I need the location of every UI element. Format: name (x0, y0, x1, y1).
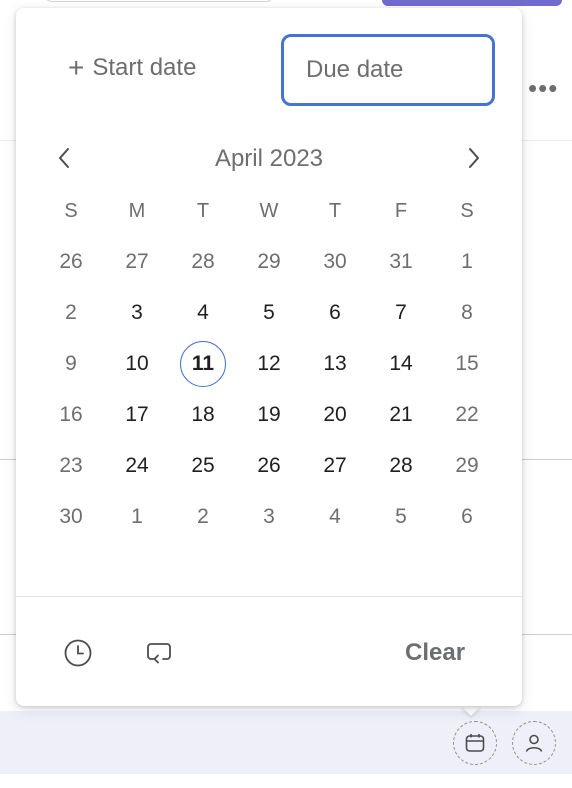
calendar-day[interactable]: 30 (38, 491, 104, 542)
more-horizontal-icon[interactable]: ••• (528, 75, 558, 101)
calendar-day[interactable]: 28 (368, 440, 434, 491)
calendar-day[interactable]: 18 (170, 389, 236, 440)
calendar-day[interactable]: 27 (104, 236, 170, 287)
calendar-day[interactable]: 6 (302, 287, 368, 338)
calendar-day[interactable]: 4 (170, 287, 236, 338)
calendar-day[interactable]: 29 (236, 236, 302, 287)
calendar-day[interactable]: 17 (104, 389, 170, 440)
clock-icon (64, 639, 92, 667)
calendar-day[interactable]: 1 (104, 491, 170, 542)
calendar-day[interactable]: 15 (434, 338, 500, 389)
assignee-button[interactable] (512, 721, 556, 765)
weekday-header: T (196, 199, 210, 222)
set-recurrence-button[interactable] (142, 636, 176, 670)
month-title: April 2023 (214, 145, 324, 172)
calendar-day[interactable]: 9 (38, 338, 104, 389)
background-pill (44, 0, 274, 2)
calendar-day[interactable]: 28 (170, 236, 236, 287)
calendar-day[interactable]: 29 (434, 440, 500, 491)
weekday-header: S (460, 199, 474, 222)
today-marker: 11 (180, 340, 226, 387)
repeat-icon (147, 643, 171, 664)
calendar-day[interactable]: 7 (368, 287, 434, 338)
calendar-day[interactable]: 13 (302, 338, 368, 389)
calendar-day[interactable]: 12 (236, 338, 302, 389)
calendar-day-today[interactable]: 11 (170, 338, 236, 389)
calendar-grid: S M T W T F S 26 27 28 29 30 31 1 2 3 4 5 6 7 8 9 10 11 12 13 14 15… (38, 186, 500, 542)
due-date-input[interactable] (281, 34, 495, 106)
plus-icon: + (68, 52, 85, 83)
calendar-day[interactable]: 20 (302, 389, 368, 440)
next-month-button[interactable] (460, 144, 488, 172)
weekday-header: S (64, 199, 78, 222)
calendar-day[interactable]: 1 (434, 236, 500, 287)
weekday-header: F (394, 199, 408, 222)
chevron-right-icon (469, 148, 479, 168)
start-date-button[interactable]: + Start date (68, 54, 196, 82)
calendar-day[interactable]: 19 (236, 389, 302, 440)
calendar-day[interactable]: 30 (302, 236, 368, 287)
calendar-day[interactable]: 8 (434, 287, 500, 338)
calendar-day[interactable]: 2 (170, 491, 236, 542)
calendar-day[interactable]: 31 (368, 236, 434, 287)
weekday-header: M (128, 199, 146, 222)
calendar-day[interactable]: 4 (302, 491, 368, 542)
set-time-button[interactable] (61, 636, 95, 670)
calendar-day[interactable]: 27 (302, 440, 368, 491)
calendar-day[interactable]: 16 (38, 389, 104, 440)
calendar-icon (465, 734, 485, 752)
due-date-button[interactable] (453, 721, 497, 765)
calendar-day[interactable]: 26 (38, 236, 104, 287)
calendar-day[interactable]: 6 (434, 491, 500, 542)
calendar-day[interactable]: 3 (104, 287, 170, 338)
date-picker-popover: + Start date April 2023 SMTWTFS262728293… (16, 8, 522, 706)
calendar-day[interactable]: 10 (104, 338, 170, 389)
weekday-header: W (259, 199, 279, 222)
calendar-day[interactable]: 26 (236, 440, 302, 491)
calendar-day[interactable]: 24 (104, 440, 170, 491)
calendar-day[interactable]: 21 (368, 389, 434, 440)
start-date-label: Start date (92, 54, 197, 81)
calendar-day[interactable]: 25 (170, 440, 236, 491)
background-primary-button[interactable] (382, 0, 562, 6)
calendar-day[interactable]: 22 (434, 389, 500, 440)
calendar-day[interactable]: 5 (236, 287, 302, 338)
clear-button[interactable]: Clear (405, 639, 465, 667)
weekday-header: T (328, 199, 342, 222)
calendar-day[interactable]: 5 (368, 491, 434, 542)
calendar-day[interactable]: 2 (38, 287, 104, 338)
calendar-day[interactable]: 23 (38, 440, 104, 491)
user-icon (525, 734, 543, 752)
popover-divider (16, 596, 522, 597)
calendar-day[interactable]: 14 (368, 338, 434, 389)
calendar-day[interactable]: 3 (236, 491, 302, 542)
